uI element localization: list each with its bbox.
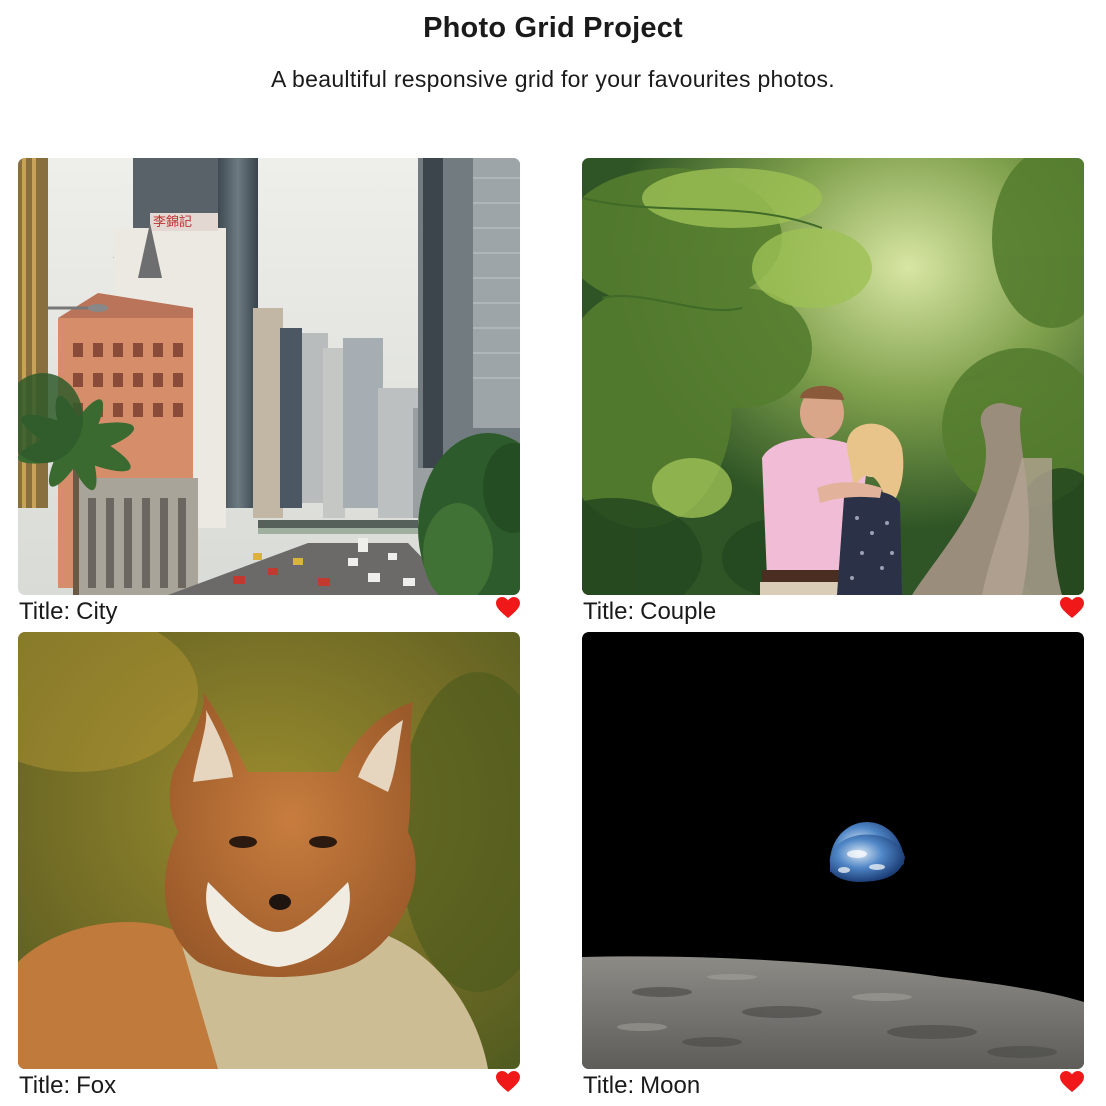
card-footer: Title: City [18,595,520,629]
photo-title: Title: Couple [583,598,716,626]
title-prefix: Title: [583,1072,635,1099]
heart-icon[interactable] [1060,597,1084,619]
photo-card-couple: Title: Couple [582,158,1084,629]
svg-text:李錦記: 李錦記 [153,214,192,230]
photo-title: Title: Fox [19,1072,116,1100]
photo-fox[interactable] [18,632,520,1069]
photo-couple[interactable] [582,158,1084,595]
card-footer: Title: Fox [18,1069,520,1103]
heart-icon[interactable] [1060,1071,1084,1093]
card-footer: Title: Couple [582,595,1084,629]
photo-title: Title: Moon [583,1072,700,1100]
title-value: City [76,598,118,625]
title-value: Couple [640,598,717,625]
card-footer: Title: Moon [582,1069,1084,1103]
heart-icon[interactable] [496,1071,520,1093]
photo-card-fox: Title: Fox [18,632,520,1103]
title-value: Moon [640,1072,701,1099]
photo-title: Title: City [19,598,117,626]
title-prefix: Title: [19,1072,71,1099]
page-title: Photo Grid Project [423,12,683,44]
photo-card-city: 李錦記 Title: City [18,158,520,629]
photo-city[interactable]: 李錦記 [18,158,520,595]
title-prefix: Title: [19,598,71,625]
heart-icon[interactable] [496,597,520,619]
photo-moon[interactable] [582,632,1084,1069]
photo-card-moon: Title: Moon [582,632,1084,1103]
title-value: Fox [76,1072,117,1099]
title-prefix: Title: [583,598,635,625]
photo-grid-page: Photo Grid Project A beaultiful responsi… [0,0,1106,1106]
page-subtitle: A beaultiful responsive grid for your fa… [271,66,835,92]
